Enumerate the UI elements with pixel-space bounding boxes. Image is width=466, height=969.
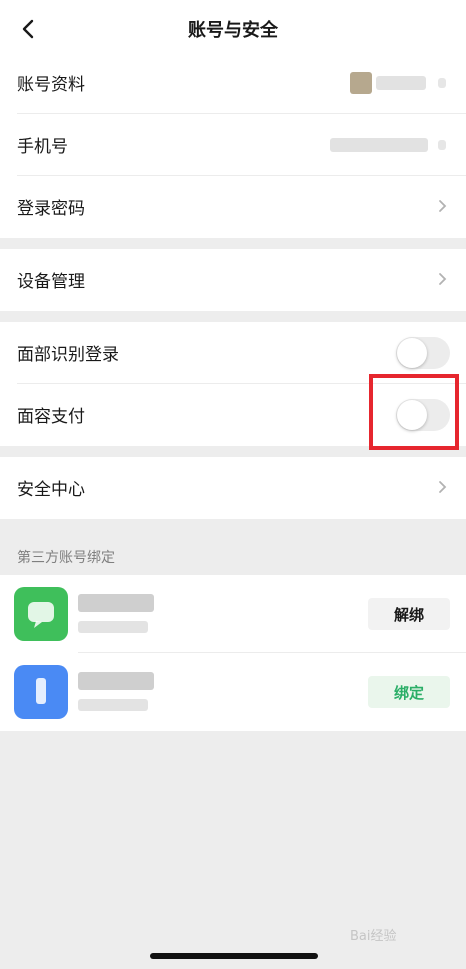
account-profile-row[interactable]: 账号资料 [0,52,466,114]
device-management-label: 设备管理 [17,272,85,292]
security-center-row[interactable]: 安全中心 [0,457,466,519]
bind-button[interactable]: 绑定 [368,676,450,708]
account-value-blurred [376,76,426,90]
phone-value-blurred [330,138,428,152]
chevron-right-icon [439,200,447,212]
face-login-toggle[interactable] [396,337,450,369]
account-id-blurred [78,699,148,711]
third-party-item: 解绑 [0,575,466,653]
face-login-label: 面部识别登录 [17,345,119,365]
app-icon-green [14,587,68,641]
login-password-row[interactable]: 登录密码 [0,176,466,238]
phone-row[interactable]: 手机号 [0,114,466,176]
chevron-right-icon [439,481,447,493]
app-icon-blue [14,665,68,719]
account-name-blurred [78,672,154,690]
third-party-section-title: 第三方账号绑定 [17,550,115,566]
highlight-box [369,374,459,450]
login-password-label: 登录密码 [17,199,85,219]
unbind-button[interactable]: 解绑 [368,598,450,630]
device-group: 设备管理 [0,249,466,311]
account-profile-label: 账号资料 [17,75,85,95]
phone-value-blurred-dot [438,140,446,150]
security-group: 安全中心 [0,457,466,519]
account-name-blurred [78,594,154,612]
device-management-row[interactable]: 设备管理 [0,249,466,311]
nav-header: 账号与安全 [0,0,466,58]
chat-bubble-icon [28,602,54,628]
page-title: 账号与安全 [188,20,278,41]
account-id-blurred [78,621,148,633]
account-value-blurred-dot [438,78,446,88]
third-party-item: 绑定 [0,653,466,731]
third-party-group: 解绑 绑定 [0,575,466,731]
toggle-knob [397,338,427,368]
phone-label: 手机号 [17,137,68,157]
person-icon [36,678,46,704]
avatar-blurred [350,72,372,94]
chevron-right-icon [439,273,447,285]
security-center-label: 安全中心 [17,480,85,500]
account-group: 账号资料 手机号 登录密码 [0,52,466,238]
watermark: Bai经验 [350,929,397,944]
face-pay-label: 面容支付 [17,407,85,427]
home-indicator [150,953,318,959]
